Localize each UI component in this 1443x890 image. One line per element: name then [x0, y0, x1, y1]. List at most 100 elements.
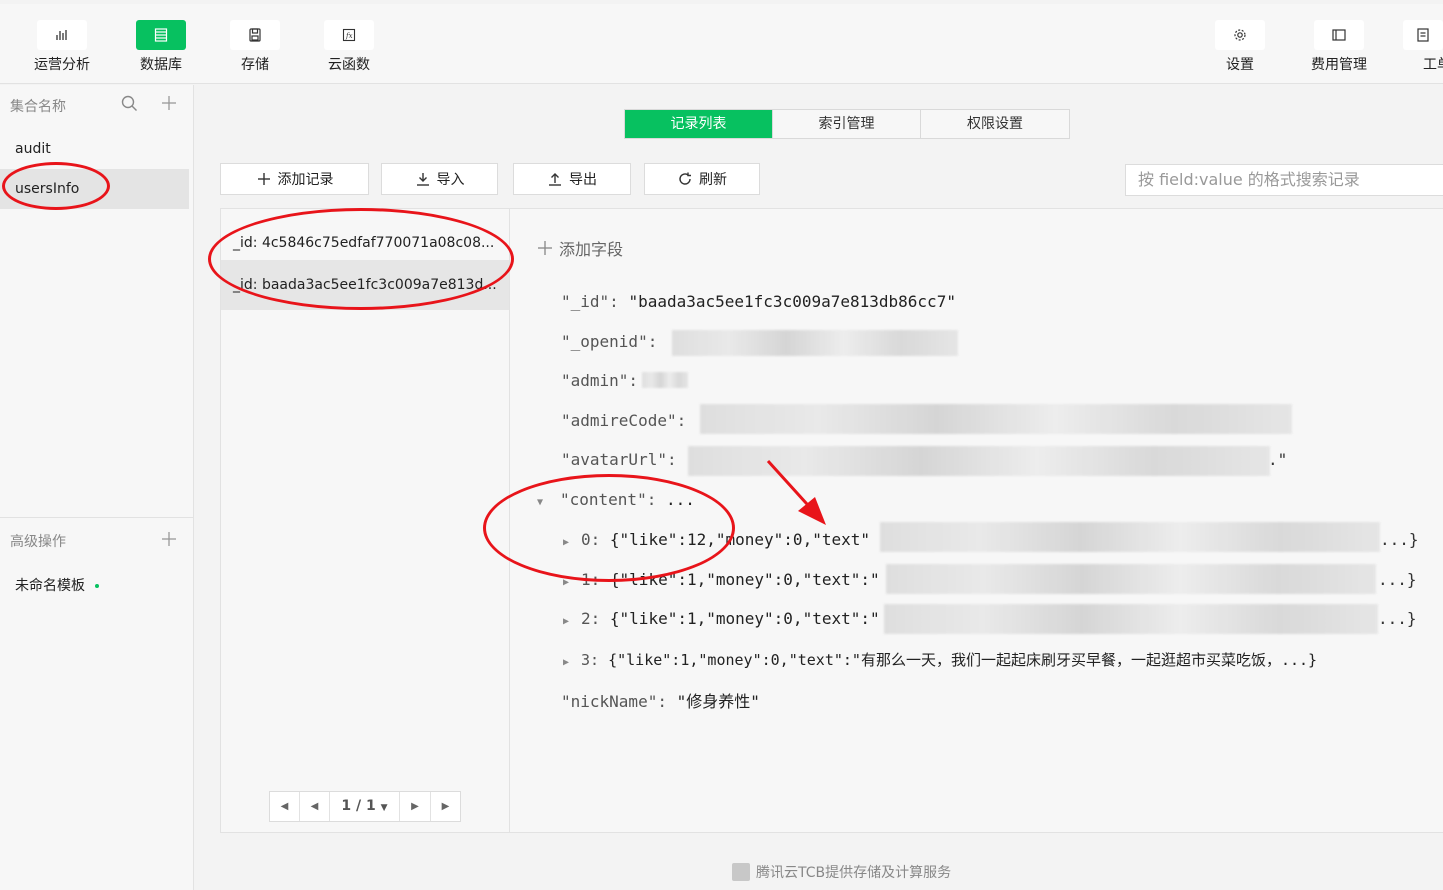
footer-text: 腾讯云TCB提供存储及计算服务	[756, 865, 952, 881]
field-openid[interactable]: "_openid":	[561, 332, 657, 351]
toolbar-database-button[interactable]: 数据库	[121, 20, 201, 74]
toolbar-analytics-button[interactable]: 运营分析	[22, 20, 102, 74]
toolbar-label: 设置	[1226, 57, 1254, 73]
first-page-button[interactable]: ◀​	[270, 792, 300, 821]
toolbar-label: 费用管理	[1311, 57, 1367, 73]
toolbar-label: 工单	[1423, 57, 1443, 73]
page-select[interactable]: 1 / 1 ▼	[330, 792, 400, 821]
toolbar-cloud-function-button[interactable]: fx 云函数	[309, 20, 389, 74]
add-field-label: 添加字段	[559, 240, 624, 259]
field-key: "avatarUrl":	[561, 450, 677, 469]
import-label: 导入	[436, 172, 465, 188]
upload-icon	[549, 173, 561, 186]
pagination: ◀​ ◀ 1 / 1 ▼ ▶ ▶	[269, 791, 461, 822]
import-button[interactable]: 导入	[381, 163, 498, 195]
template-item-label: 未命名模板	[15, 578, 85, 594]
export-button[interactable]: 导出	[513, 163, 631, 195]
toolbar-settings-button[interactable]: 设置	[1200, 20, 1280, 74]
tab-records[interactable]: 记录列表	[625, 110, 773, 138]
field-key: "_id":	[561, 292, 619, 311]
caret-right-icon[interactable]: ▶	[563, 657, 581, 668]
item-index: 3:	[581, 651, 600, 669]
chevron-down-icon: ▼	[380, 803, 388, 813]
export-label: 导出	[569, 172, 597, 188]
collection-item-usersinfo[interactable]: usersInfo	[0, 169, 189, 209]
item-tail: ...}	[1380, 530, 1419, 549]
add-collection-icon[interactable]	[161, 95, 177, 115]
refresh-icon	[679, 172, 691, 185]
add-record-button[interactable]: 添加记录	[220, 163, 369, 195]
add-record-label: 添加记录	[277, 172, 334, 188]
field-admirecode[interactable]: "admireCode":	[561, 411, 686, 430]
toolbar-label: 存储	[241, 57, 269, 73]
caret-right-icon[interactable]: ▶	[563, 577, 581, 588]
field-key: "_openid":	[561, 332, 658, 351]
status-dot	[95, 584, 99, 588]
toolbar-label: 数据库	[140, 57, 182, 73]
record-item[interactable]: _id: baada3ac5ee1fc3c009a7e813d...	[221, 260, 509, 310]
prev-page-button[interactable]: ◀	[300, 792, 330, 821]
last-page-button[interactable]: ▶	[430, 792, 460, 821]
search-icon[interactable]	[121, 95, 138, 116]
field-avatarurl[interactable]: "avatarUrl":	[561, 450, 677, 469]
record-search-input[interactable]: 按 field:value 的格式搜索记录	[1125, 164, 1443, 196]
content-item[interactable]: ▶ 2: {"like":1,"money":0,"text":"	[563, 609, 880, 628]
item-value: {"like":1,"money":0,"text":"有那么一天，我们一起起床…	[608, 651, 1281, 669]
item-index: 0:	[581, 530, 601, 549]
collection-item-audit[interactable]: audit	[0, 129, 189, 169]
function-icon: fx	[324, 20, 374, 50]
billing-icon	[1314, 20, 1364, 50]
content-item[interactable]: ▶ 0: {"like":12,"money":0,"text"	[563, 530, 870, 549]
template-item[interactable]: 未命名模板	[15, 575, 99, 595]
field-value: "修身养性"	[676, 692, 760, 711]
footer: 腾讯云TCB提供存储及计算服务	[732, 862, 951, 882]
refresh-button[interactable]: 刷新	[644, 163, 760, 195]
content-item[interactable]: ▶ 3: {"like":1,"money":0,"text":"有那么一天，我们…	[563, 649, 1317, 670]
field-content[interactable]: ▼ "content": ...	[537, 490, 695, 509]
item-index: 1:	[581, 570, 601, 589]
field-id[interactable]: "_id": "baada3ac5ee1fc3c009a7e813db86cc7…	[561, 292, 956, 311]
redacted-value	[700, 404, 1292, 434]
tab-indexes[interactable]: 索引管理	[773, 110, 921, 138]
field-key: "content":	[560, 490, 657, 509]
add-field-button[interactable]: 添加字段	[537, 236, 623, 260]
content-item[interactable]: ▶ 1: {"like":1,"money":0,"text":"	[563, 570, 880, 589]
gear-icon	[1215, 20, 1265, 50]
refresh-label: 刷新	[699, 172, 727, 188]
redacted-value	[880, 522, 1380, 552]
caret-right-icon[interactable]: ▶	[563, 537, 581, 548]
field-nickname[interactable]: "nickName": "修身养性"	[561, 688, 760, 712]
toolbar-storage-button[interactable]: 存储	[215, 20, 295, 74]
field-key: "admin":	[561, 371, 639, 390]
plus-icon	[257, 173, 270, 185]
field-admin[interactable]: "admin":	[561, 371, 638, 390]
database-icon	[136, 20, 186, 50]
toolbar-billing-button[interactable]: 费用管理	[1299, 20, 1379, 74]
toolbar-label: 云函数	[328, 57, 370, 73]
redacted-value	[642, 372, 688, 388]
ticket-icon	[1403, 20, 1443, 50]
tcb-logo-icon	[732, 863, 750, 881]
advanced-header: 高级操作	[10, 534, 66, 550]
field-key: "admireCode":	[561, 411, 687, 430]
next-page-button[interactable]: ▶	[400, 792, 430, 821]
sidebar: 集合名称 audit usersInfo 高级操作 未命名模板	[0, 85, 194, 890]
field-value-tail: ."	[1268, 450, 1288, 469]
view-tabs: 记录列表 索引管理 权限设置	[624, 109, 1070, 139]
plus-icon	[538, 241, 552, 255]
item-tail: ...}	[1280, 651, 1318, 669]
toolbar-ticket-button[interactable]: 工单	[1393, 20, 1443, 74]
caret-right-icon[interactable]: ▶	[563, 616, 581, 627]
caret-down-icon[interactable]: ▼	[537, 497, 555, 508]
add-template-icon[interactable]	[161, 531, 177, 551]
redacted-value	[688, 446, 1270, 476]
redacted-value	[672, 330, 958, 356]
redacted-value	[884, 604, 1378, 634]
item-tail: ...}	[1378, 609, 1417, 628]
page-label: 1 / 1	[341, 798, 376, 814]
tab-permissions[interactable]: 权限设置	[921, 110, 1069, 138]
field-collapsed: ...	[665, 490, 695, 509]
sidebar-divider	[0, 517, 194, 518]
collections-header: 集合名称	[10, 99, 66, 115]
bar-chart-icon	[37, 20, 87, 50]
